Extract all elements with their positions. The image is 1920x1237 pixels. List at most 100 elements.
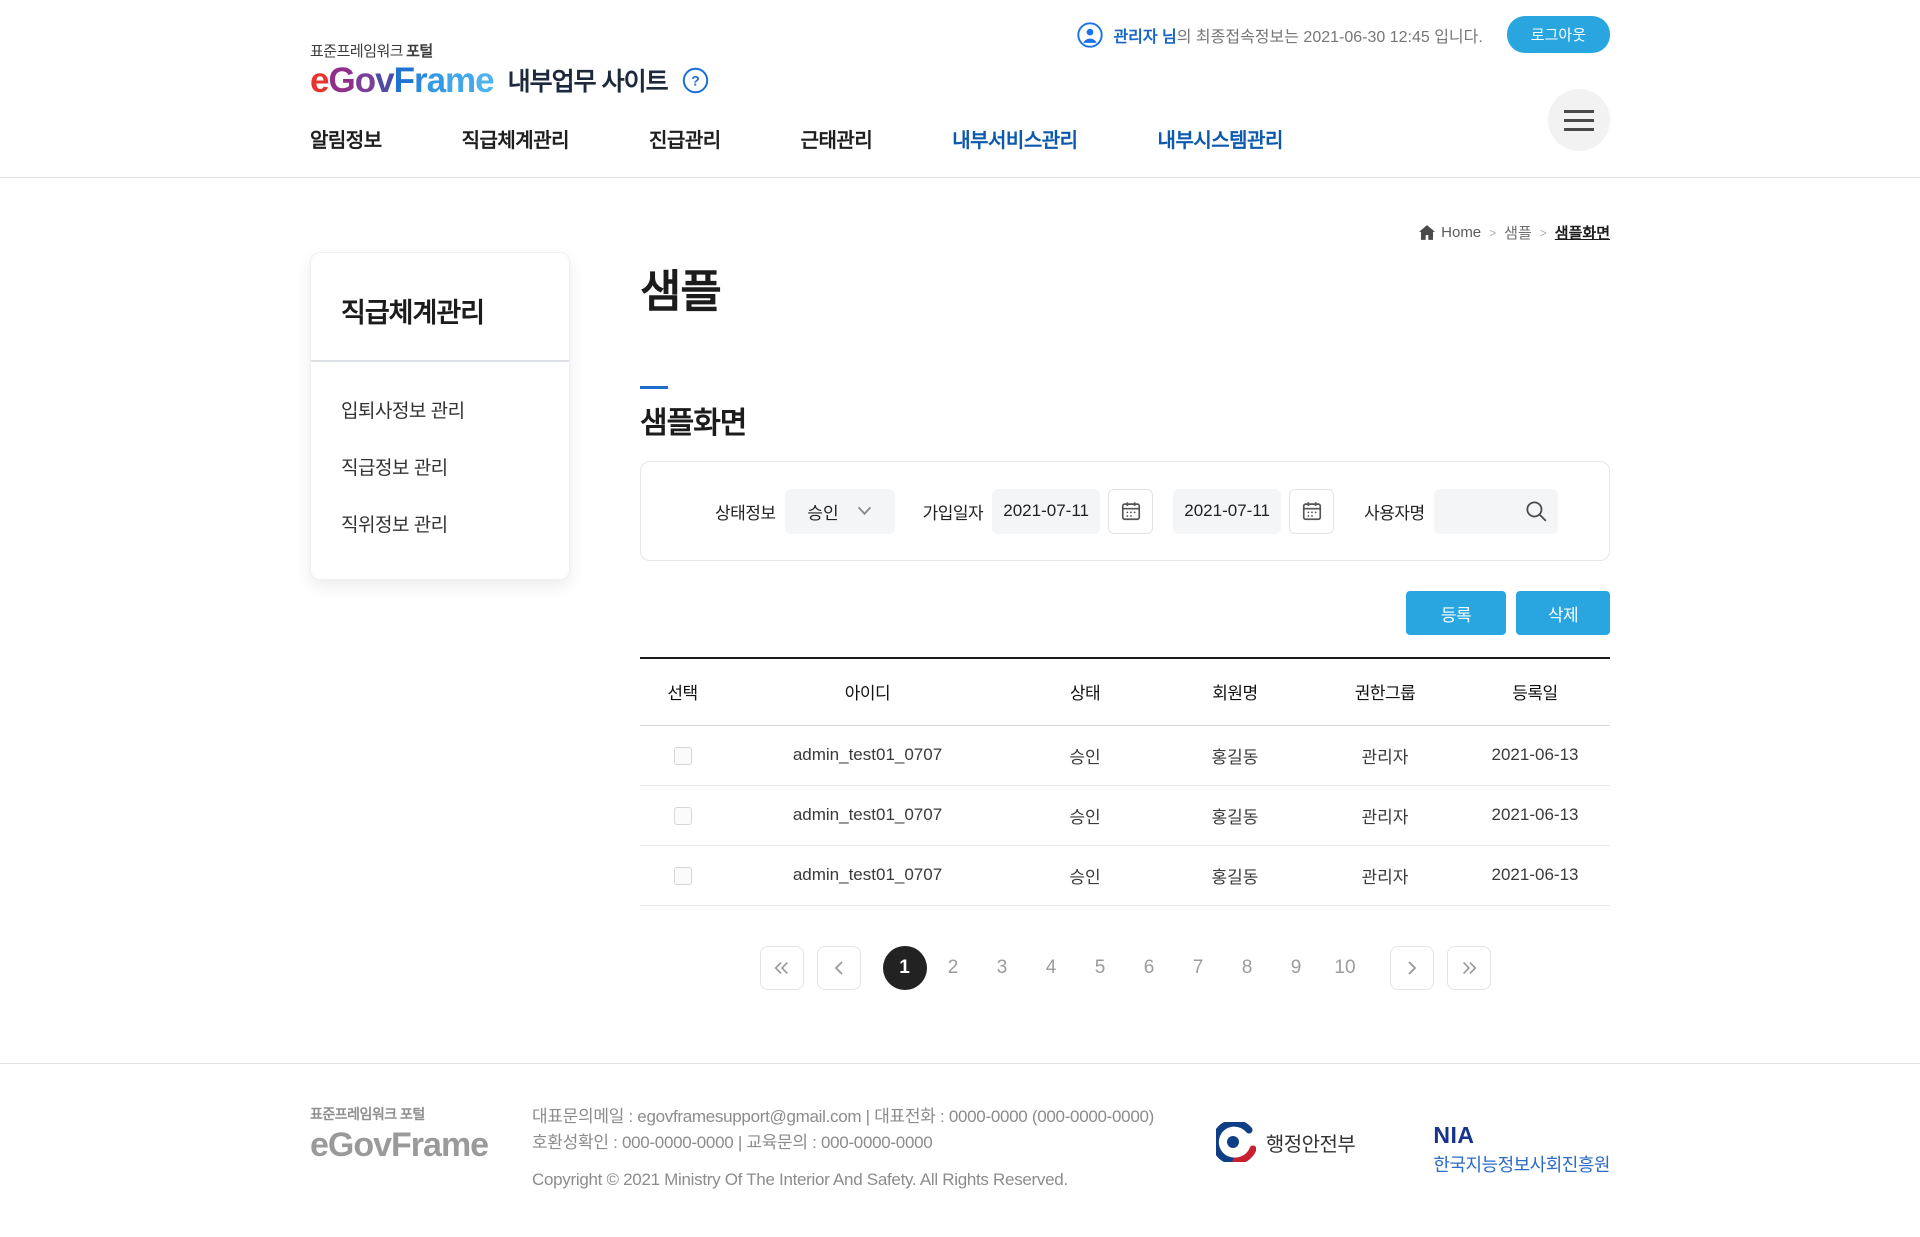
page-number-10[interactable]: 10	[1321, 946, 1370, 990]
sidebar-items: 입퇴사정보 관리직급정보 관리직위정보 관리	[311, 360, 569, 579]
calendar-from-button[interactable]	[1108, 489, 1153, 534]
calendar-icon	[1301, 500, 1323, 522]
page-title: 샘플	[640, 255, 1610, 320]
page: 관리자 님의 최종접속정보는 2021-06-30 12:45 입니다. 로그아…	[0, 0, 1920, 1237]
chevron-right-icon	[1405, 960, 1419, 976]
sidebar: 직급체계관리 입퇴사정보 관리직급정보 관리직위정보 관리	[310, 252, 570, 580]
sample-table: 선택아이디상태회원명권한그룹등록일 admin_test01_0707승인홍길동…	[640, 657, 1610, 906]
pagination-last-button[interactable]	[1447, 946, 1491, 990]
page-number-2[interactable]: 2	[929, 946, 978, 990]
nav-item-1[interactable]: 알림정보	[310, 124, 382, 153]
row-checkbox[interactable]	[674, 807, 692, 825]
section-title: 샘플화면	[640, 398, 1610, 442]
footer-contact-line1: 대표문의메일 : egovframesupport@gmail.com | 대표…	[532, 1104, 1154, 1130]
sidebar-item-2[interactable]: 직급정보 관리	[341, 453, 539, 480]
username-input[interactable]	[1434, 489, 1558, 534]
search-panel: 상태정보 승인 가입일자 2021-07-11	[640, 461, 1610, 561]
date-from-input[interactable]: 2021-07-11	[992, 489, 1100, 534]
hamburger-menu-button[interactable]	[1548, 89, 1610, 151]
main-panel: 샘플 샘플화면 상태정보 승인 가입일자 2021-07-11	[640, 252, 1610, 990]
footer-portal-label: 표준프레임워크 포털	[310, 1104, 532, 1124]
footer-partner-logos: 행정안전부 NIA 한국지능정보사회진흥원	[1216, 1104, 1610, 1193]
page-number-4[interactable]: 4	[1027, 946, 1076, 990]
table-header-5: 권한그룹	[1310, 658, 1460, 725]
nav-item-3[interactable]: 진급관리	[649, 124, 721, 153]
action-buttons: 등록 삭제	[640, 591, 1610, 635]
nav-item-2[interactable]: 직급체계관리	[462, 124, 569, 153]
status-label: 상태정보	[715, 499, 776, 524]
status-select-value: 승인	[807, 499, 838, 524]
footer-logo-block: 표준프레임워크 포털 eGovFrame	[310, 1104, 532, 1193]
page-number-9[interactable]: 9	[1272, 946, 1321, 990]
table-header: 선택아이디상태회원명권한그룹등록일	[640, 658, 1610, 725]
calendar-to-button[interactable]	[1289, 489, 1334, 534]
page-number-7[interactable]: 7	[1174, 946, 1223, 990]
pagination-first-button[interactable]	[760, 946, 804, 990]
sidebar-title: 직급체계관리	[311, 253, 569, 360]
table-row: admin_test01_0707승인홍길동관리자2021-06-13	[640, 725, 1610, 785]
breadcrumb-item-2[interactable]: 샘플화면	[1555, 222, 1610, 243]
table-header-6: 등록일	[1460, 658, 1610, 725]
breadcrumb: Home > 샘플 > 샘플화면	[310, 178, 1610, 243]
join-date-label: 가입일자	[923, 499, 984, 524]
nia-name: NIA	[1433, 1122, 1610, 1149]
pagination-pages: 12345678910	[881, 946, 1370, 990]
double-chevron-right-icon	[1460, 960, 1478, 976]
page-number-6[interactable]: 6	[1125, 946, 1174, 990]
breadcrumb-item-1[interactable]: 샘플	[1504, 222, 1532, 243]
pagination-next-button[interactable]	[1390, 946, 1434, 990]
user-info-bar: 관리자 님의 최종접속정보는 2021-06-30 12:45 입니다. 로그아…	[1077, 16, 1610, 53]
cell-name: 홍길동	[1160, 785, 1310, 845]
breadcrumb-separator: >	[1489, 226, 1496, 240]
svg-text:?: ?	[691, 72, 700, 88]
content: Home > 샘플 > 샘플화면 직급체계관리 입퇴사정보 관리직급정보 관리직위정보…	[310, 178, 1610, 1063]
logo-block: 표준프레임워크포털 eGovFrame 내부업무 사이트 ?	[310, 40, 709, 98]
logout-button[interactable]: 로그아웃	[1507, 16, 1610, 53]
breadcrumb-separator: >	[1540, 226, 1547, 240]
home-icon	[1419, 225, 1435, 240]
footer-copyright: Copyright © 2021 Ministry Of The Interio…	[532, 1167, 1154, 1193]
row-checkbox[interactable]	[674, 747, 692, 765]
nav-item-6[interactable]: 내부시스템관리	[1158, 124, 1283, 153]
footer: 표준프레임워크 포털 eGovFrame 대표문의메일 : egovframes…	[0, 1063, 1920, 1237]
chevron-left-icon	[832, 960, 846, 976]
search-icon[interactable]	[1524, 499, 1549, 524]
pagination-prev-button[interactable]	[817, 946, 861, 990]
page-number-1[interactable]: 1	[883, 946, 927, 990]
site-label: 내부업무 사이트	[508, 62, 668, 98]
user-avatar-icon	[1077, 22, 1103, 48]
header: 관리자 님의 최종접속정보는 2021-06-30 12:45 입니다. 로그아…	[0, 0, 1920, 178]
user-login-info: 관리자 님의 최종접속정보는 2021-06-30 12:45 입니다.	[1113, 23, 1482, 47]
page-number-5[interactable]: 5	[1076, 946, 1125, 990]
footer-egovframe-logo: eGovFrame	[310, 1126, 532, 1165]
footer-contact-line2: 호환성확인 : 000-0000-0000 | 교육문의 : 000-0000-…	[532, 1130, 1154, 1156]
page-number-8[interactable]: 8	[1223, 946, 1272, 990]
sidebar-item-1[interactable]: 입퇴사정보 관리	[341, 396, 539, 423]
user-info-text: 의 최종접속정보는 2021-06-30 12:45 입니다.	[1177, 29, 1483, 46]
cell-id: admin_test01_0707	[725, 725, 1010, 785]
row-checkbox[interactable]	[674, 867, 692, 885]
main-nav: 알림정보 직급체계관리 진급관리 근태관리 내부서비스관리 내부시스템관리	[310, 124, 1283, 153]
cell-date: 2021-06-13	[1460, 725, 1610, 785]
status-select[interactable]: 승인	[785, 489, 895, 534]
breadcrumb-home[interactable]: Home	[1419, 224, 1481, 241]
help-icon[interactable]: ?	[682, 67, 709, 94]
cell-group: 관리자	[1310, 845, 1460, 905]
cell-status: 승인	[1010, 785, 1160, 845]
table-header-3: 상태	[1010, 658, 1160, 725]
cell-date: 2021-06-13	[1460, 845, 1610, 905]
register-button[interactable]: 등록	[1406, 591, 1506, 635]
cell-group: 관리자	[1310, 725, 1460, 785]
cell-id: admin_test01_0707	[725, 785, 1010, 845]
sidebar-item-3[interactable]: 직위정보 관리	[341, 510, 539, 537]
user-name: 관리자 님	[1113, 29, 1176, 46]
delete-button[interactable]: 삭제	[1516, 591, 1610, 635]
table-header-4: 회원명	[1160, 658, 1310, 725]
nav-item-4[interactable]: 근태관리	[801, 124, 873, 153]
egovframe-logo[interactable]: eGovFrame	[310, 63, 494, 98]
nia-logo: NIA 한국지능정보사회진흥원	[1433, 1122, 1610, 1177]
date-to-input[interactable]: 2021-07-11	[1173, 489, 1281, 534]
portal-label: 표준프레임워크포털	[310, 40, 709, 61]
page-number-3[interactable]: 3	[978, 946, 1027, 990]
nav-item-5[interactable]: 내부서비스관리	[952, 124, 1077, 153]
